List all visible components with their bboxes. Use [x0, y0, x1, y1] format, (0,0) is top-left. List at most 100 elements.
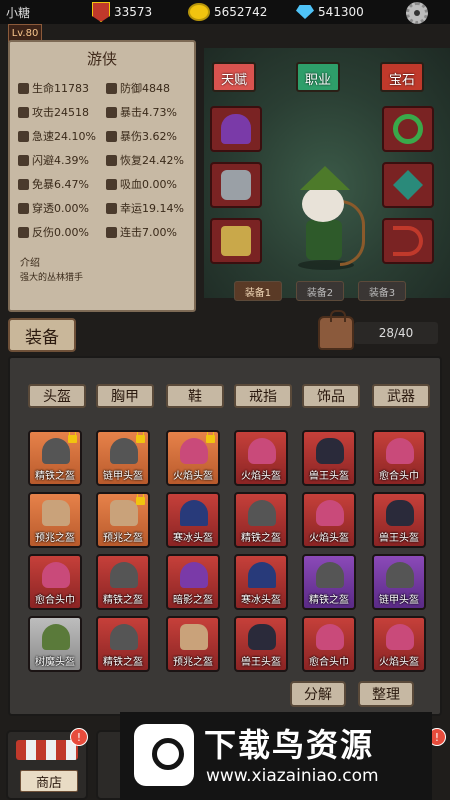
category-tab[interactable]: 戒指	[234, 384, 292, 408]
inventory-item[interactable]: 预兆之盔	[28, 492, 82, 548]
equip-section-title: 装备	[8, 318, 76, 352]
sort-button[interactable]: 整理	[358, 681, 414, 707]
rank-shield-icon	[92, 2, 110, 22]
inventory-item[interactable]: 寒冰头盔	[234, 554, 288, 610]
category-tab[interactable]: 武器	[372, 384, 430, 408]
tab-class[interactable]: 职业	[296, 62, 340, 92]
dodge-icon	[18, 154, 29, 166]
watermark-overlay: 下载鸟资源 www.xiazainiao.com	[120, 712, 432, 800]
stat-value: 4.73%	[142, 105, 177, 119]
inventory-item[interactable]: 精铁之盔	[28, 430, 82, 486]
stat-value: 24.42%	[142, 153, 184, 167]
stat-value: 24518	[54, 105, 89, 119]
lock-icon	[206, 432, 215, 443]
hero-character	[280, 160, 370, 272]
helmet-icon	[180, 438, 208, 464]
preset-1-button[interactable]: 装备1	[234, 281, 282, 301]
watermark-title: 下载鸟资源	[204, 726, 375, 764]
intro-text: 强大的丛林猎手	[20, 273, 84, 283]
item-name: 精铁之盔	[309, 595, 349, 606]
stat-value: 0.00%	[54, 201, 89, 215]
stat-value: 19.14%	[142, 201, 184, 215]
inventory-item[interactable]: 预兆之盔	[96, 492, 150, 548]
helmet-icon	[110, 624, 138, 650]
inventory-item[interactable]: 预兆之盔	[166, 616, 220, 672]
inventory-item[interactable]: 树魔头盔	[28, 616, 82, 672]
crit-resist-icon	[18, 178, 29, 190]
item-name: 火焰头盔	[173, 471, 213, 482]
item-name: 链甲头盔	[379, 595, 419, 606]
inventory-item[interactable]: 链甲头盔	[372, 554, 426, 610]
armor-equipped-icon	[221, 170, 251, 200]
stat-label: 攻击	[32, 106, 54, 119]
category-tab[interactable]: 胸甲	[96, 384, 154, 408]
inventory-item[interactable]: 火焰头盔	[234, 430, 288, 486]
shop-label: 商店	[20, 770, 78, 792]
preset-3-button[interactable]: 装备3	[358, 281, 406, 301]
tab-gem[interactable]: 宝石	[380, 62, 424, 92]
preset-2-button[interactable]: 装备2	[296, 281, 344, 301]
accessory-equipped-icon	[393, 170, 423, 200]
inventory-item[interactable]: 火焰头盔	[302, 492, 356, 548]
inventory-item[interactable]: 兽王头盔	[372, 492, 426, 548]
stat-cell: 闪避 4.39%	[18, 152, 89, 168]
category-tab[interactable]: 头盔	[28, 384, 86, 408]
inventory-item[interactable]: 愈合头巾	[28, 554, 82, 610]
category-tab[interactable]: 鞋	[166, 384, 224, 408]
inventory-item[interactable]: 兽王头盔	[234, 616, 288, 672]
stat-cell: 幸运 19.14%	[106, 200, 184, 216]
equip-slot-armor[interactable]	[210, 162, 262, 208]
combo-icon	[106, 226, 117, 238]
tab-talent[interactable]: 天赋	[212, 62, 256, 92]
inventory-item[interactable]: 愈合头巾	[372, 430, 426, 486]
gems-value: 541300	[318, 5, 364, 19]
stat-value: 4848	[142, 81, 170, 95]
inventory-item[interactable]: 火焰头盔	[166, 430, 220, 486]
gems-display: 541300	[296, 2, 400, 22]
class-title: 游侠	[86, 50, 117, 68]
category-tab[interactable]: 饰品	[302, 384, 360, 408]
inventory-item[interactable]: 兽王头盔	[302, 430, 356, 486]
gear-icon[interactable]	[406, 2, 428, 24]
stat-value: 6.47%	[54, 177, 89, 191]
item-name: 寒冰头盔	[173, 533, 213, 544]
item-name: 愈合头巾	[379, 471, 419, 482]
inventory-item[interactable]: 寒冰头盔	[166, 492, 220, 548]
stat-value: 24.10%	[54, 129, 96, 143]
stat-cell: 防御 4848	[106, 80, 170, 96]
stat-label: 暴伤	[120, 130, 142, 143]
equip-slot-ring[interactable]	[382, 106, 434, 152]
lock-icon	[68, 432, 77, 443]
equip-slot-accessory[interactable]	[382, 162, 434, 208]
disassemble-button[interactable]: 分解	[290, 681, 346, 707]
item-name: 精铁之盔	[103, 595, 143, 606]
helmet-icon	[386, 438, 414, 464]
helmet-icon	[180, 500, 208, 526]
equip-slot-helmet[interactable]	[210, 106, 262, 152]
watermark-bird-logo	[134, 724, 194, 786]
helmet-icon	[248, 438, 276, 464]
helmet-icon	[42, 624, 70, 650]
equip-slot-weapon[interactable]	[382, 218, 434, 264]
inventory-item[interactable]: 暗影之盔	[166, 554, 220, 610]
helmet-icon	[110, 562, 138, 588]
stats-panel: 游侠 生命 11783 防御 4848 攻击 24518 暴击 4.73% 急速 24.…	[8, 40, 196, 312]
helmet-equipped-icon	[221, 114, 251, 144]
inventory-item[interactable]: 精铁之盔	[96, 616, 150, 672]
stat-label: 反伤	[32, 226, 54, 239]
stat-cell: 反伤 0.00%	[18, 224, 89, 240]
stat-value: 0.00%	[142, 177, 177, 191]
inventory-item[interactable]: 火焰头盔	[372, 616, 426, 672]
backpack-icon	[318, 310, 354, 350]
inventory-item[interactable]: 链甲头盔	[96, 430, 150, 486]
inventory-item[interactable]: 精铁之盔	[96, 554, 150, 610]
item-name: 精铁之盔	[103, 657, 143, 668]
inventory-item[interactable]: 精铁之盔	[234, 492, 288, 548]
inventory-item[interactable]: 愈合头巾	[302, 616, 356, 672]
equip-slot-boots[interactable]	[210, 218, 262, 264]
stat-label: 生命	[32, 82, 54, 95]
item-name: 愈合头巾	[35, 595, 75, 606]
inventory-item[interactable]: 精铁之盔	[302, 554, 356, 610]
helmet-icon	[386, 500, 414, 526]
stat-cell: 免暴 6.47%	[18, 176, 89, 192]
